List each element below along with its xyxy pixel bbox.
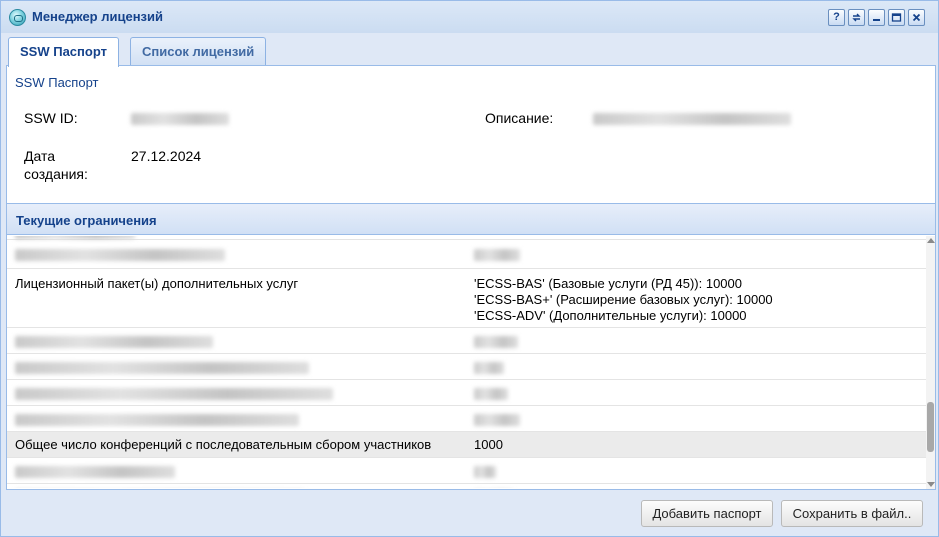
grid-scrollbar[interactable] (926, 236, 935, 489)
tab-strip: SSW Паспорт Список лицензий (6, 34, 934, 67)
limit-value: 'ECSS-BAS' (Базовые услуги (РД 45)): 100… (474, 276, 773, 323)
window-tools: ? (828, 9, 925, 26)
ssw-id-value (131, 112, 229, 128)
ssw-id-label: SSW ID: (24, 110, 78, 126)
table-row[interactable] (7, 354, 928, 380)
limit-name: Общее число конференций с последовательн… (15, 437, 432, 452)
limit-name (15, 249, 225, 264)
created-label-line2: создания: (24, 166, 88, 182)
close-icon[interactable] (908, 9, 925, 26)
tab-ssw-passport[interactable]: SSW Паспорт (8, 37, 119, 67)
table-row[interactable] (7, 458, 928, 484)
created-value: 27.12.2024 (131, 148, 202, 164)
table-row[interactable] (7, 328, 928, 354)
tab-panel: SSW Паспорт SSW ID: Описание: Дата созда… (6, 65, 936, 490)
description-label: Описание: (485, 110, 554, 126)
table-row[interactable] (7, 240, 928, 269)
app-icon (9, 9, 26, 26)
window-title: Менеджер лицензий (32, 9, 163, 24)
tab-license-list[interactable]: Список лицензий (130, 37, 267, 66)
add-passport-button[interactable]: Добавить паспорт (641, 500, 773, 527)
section-title: SSW Паспорт (15, 75, 99, 90)
refresh-icon[interactable] (848, 9, 865, 26)
created-label-line1: Дата (24, 148, 56, 164)
limits-header: Текущие ограничения (7, 203, 935, 235)
description-value (593, 112, 791, 128)
license-manager-window: Менеджер лицензий ? SSW Паспорт Список л… (0, 0, 939, 537)
table-row[interactable] (7, 380, 928, 406)
scroll-down-icon[interactable] (927, 482, 935, 487)
maximize-icon[interactable] (888, 9, 905, 26)
limit-value: 1000 (474, 437, 503, 452)
scroll-thumb[interactable] (927, 402, 934, 452)
limit-value (474, 249, 520, 265)
help-icon[interactable]: ? (828, 9, 845, 26)
save-to-file-button[interactable]: Сохранить в файл.. (781, 500, 923, 527)
title-bar[interactable]: Менеджер лицензий ? (1, 1, 938, 33)
table-row[interactable]: Лицензионный пакет(ы) дополнительных усл… (7, 269, 928, 328)
table-row[interactable]: Общее число конференций с последовательн… (7, 432, 928, 458)
table-row[interactable] (7, 484, 928, 488)
limit-name: Лицензионный пакет(ы) дополнительных усл… (15, 276, 299, 291)
minimize-icon[interactable] (868, 9, 885, 26)
table-row[interactable] (7, 406, 928, 432)
limits-grid[interactable]: Лицензионный пакет(ы) дополнительных усл… (7, 236, 928, 488)
limits-title: Текущие ограничения (16, 213, 157, 228)
scroll-up-icon[interactable] (927, 238, 935, 243)
